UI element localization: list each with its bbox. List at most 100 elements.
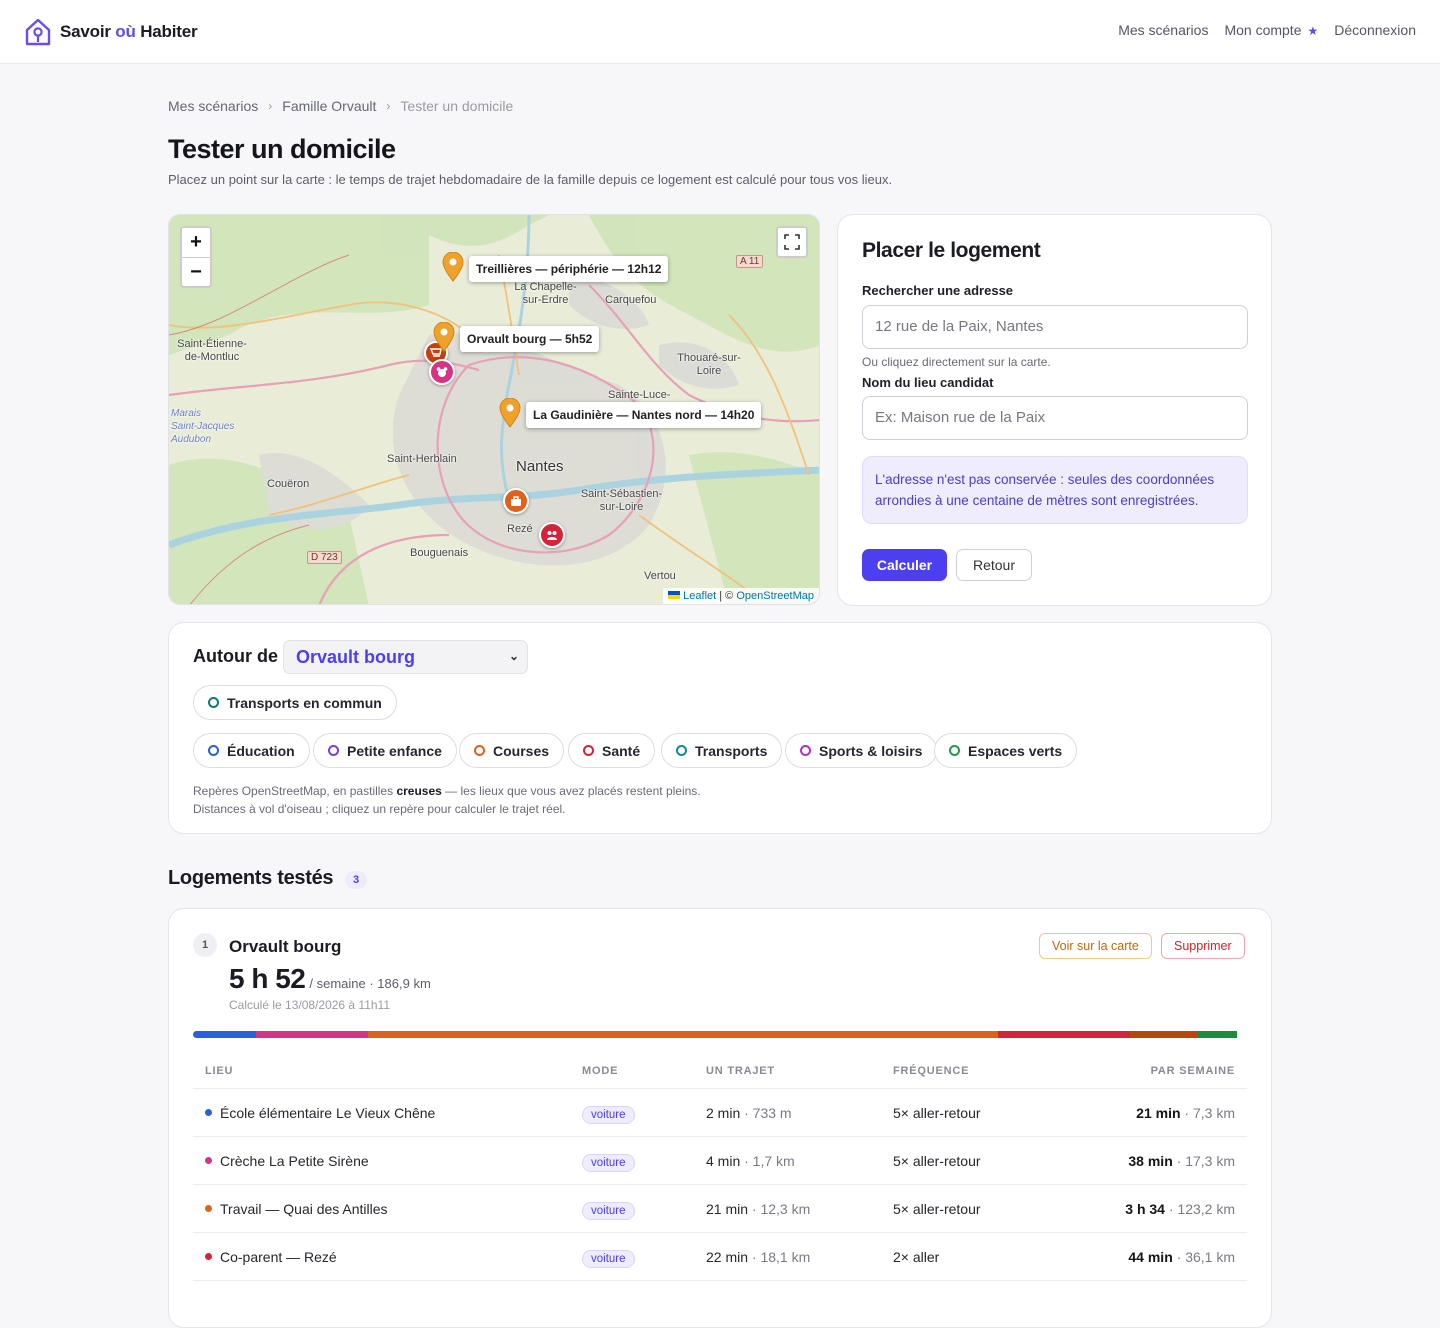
ring-icon [800, 745, 811, 756]
map-label-thouare: Thouaré-sur- Loire [677, 352, 741, 377]
breadcrumb-scenarios[interactable]: Mes scénarios [168, 98, 258, 114]
map-label-bouguenais: Bouguenais [410, 547, 469, 559]
candidate-name-input[interactable]: Ex: Maison rue de la Paix [862, 396, 1248, 440]
map-label-sainte-luce: Sainte-Luce- [608, 389, 671, 401]
back-button[interactable]: Retour [956, 549, 1032, 581]
top-bar: Savoir où Habiter Mes scénarios Mon comp… [0, 0, 1440, 64]
panel-title: Placer le logement [862, 239, 1041, 262]
place-cell: École élémentaire Le Vieux Chêne [205, 1105, 435, 1121]
mode-cell: voiture [582, 1153, 635, 1172]
map[interactable]: Nantes La Chapelle- sur-Erdre Carquefou … [168, 214, 820, 605]
chip-health[interactable]: Santé [568, 733, 656, 768]
table-row: Crèche La Petite Sirène voiture 4 min · 1,… [193, 1137, 1247, 1185]
place-home-panel: Placer le logement Rechercher une adress… [837, 214, 1272, 606]
map-label-carquefou: Carquefou [605, 294, 657, 306]
breakdown-segment [367, 1031, 999, 1038]
map-pin-icon[interactable] [442, 252, 464, 282]
filters-help: Repères OpenStreetMap, en pastilles creu… [193, 784, 701, 816]
map-pin-icon[interactable] [499, 398, 521, 428]
frequency-cell: 5× aller-retour [893, 1153, 981, 1169]
weekly-cell: 38 min · 17,3 km [1128, 1153, 1235, 1169]
brand-name: Savoir où Habiter [60, 22, 198, 41]
mode-badge: voiture [582, 1106, 635, 1124]
pin-label-gaudiniere: La Gaudinière — Nantes nord — 14h20 [526, 402, 762, 428]
chip-green-spaces[interactable]: Espaces verts [934, 733, 1078, 768]
breakdown-segment [193, 1031, 257, 1038]
house-logo-icon [25, 18, 51, 46]
around-filters: Autour de Orvault bourg ⌄ Transports en c… [168, 622, 1272, 834]
zoom-control: + − [180, 226, 212, 288]
zoom-out-button[interactable]: − [182, 257, 210, 286]
place-cell: Crèche La Petite Sirène [205, 1153, 369, 1169]
table-row: Travail — Quai des Antilles voiture 21 min… [193, 1185, 1247, 1233]
frequency-cell: 5× aller-retour [893, 1201, 981, 1217]
place-dot [205, 1109, 212, 1116]
chevron-down-icon: ⌄ [508, 649, 519, 663]
table-row: Co-parent — Rezé voiture 22 min · 18,1 km 2… [193, 1233, 1247, 1281]
brand[interactable]: Savoir où Habiter [24, 17, 198, 47]
calculate-button[interactable]: Calculer [862, 549, 947, 581]
chip-transport[interactable]: Transports [661, 733, 783, 768]
map-label-marais: Marais Saint-Jacques Audubon [171, 408, 235, 445]
chip-shopping[interactable]: Courses [459, 733, 565, 768]
map-label-vertou: Vertou [644, 570, 676, 582]
home-name: Orvault bourg [229, 937, 342, 956]
people-icon [547, 531, 557, 540]
fullscreen-icon [784, 234, 800, 250]
delete-button[interactable]: Supprimer [1161, 933, 1245, 959]
chevron-right-icon: › [268, 99, 273, 113]
teddy-bear-icon [436, 367, 448, 377]
pin-label-orvault: Orvault bourg — 5h52 [460, 326, 600, 352]
chip-sports[interactable]: Sports & loisirs [785, 733, 938, 768]
coparent-poi-marker[interactable] [539, 522, 565, 548]
place-dot [205, 1157, 212, 1164]
time-breakdown-bar [193, 1031, 1247, 1038]
ring-icon [474, 745, 485, 756]
tested-home-card: 1 Orvault bourg 5 h 52/ semaine · 186,9 … [168, 908, 1272, 1328]
address-input[interactable]: 12 rue de la Paix, Nantes [862, 305, 1248, 349]
map-label-nantes: Nantes [516, 458, 564, 475]
frequency-cell: 5× aller-retour [893, 1105, 981, 1121]
childcare-poi-marker[interactable] [429, 359, 455, 385]
fullscreen-button[interactable] [776, 226, 808, 258]
table-header: LIEU MODE UN TRAJET FRÉQUENCE PAR SEMAIN… [193, 1057, 1247, 1089]
around-select[interactable]: Orvault bourg ⌄ [283, 640, 528, 674]
place-dot [205, 1205, 212, 1212]
breakdown-segment [256, 1031, 368, 1038]
map-pin-icon[interactable] [433, 322, 455, 352]
weekly-time: 5 h 52/ semaine · 186,9 km [229, 963, 431, 994]
table-row: École élémentaire Le Vieux Chêne voiture 2… [193, 1089, 1247, 1137]
trips-table: LIEU MODE UN TRAJET FRÉQUENCE PAR SEMAIN… [193, 1057, 1247, 1281]
ukraine-flag-icon [668, 591, 681, 599]
breadcrumb-family[interactable]: Famille Orvault [282, 98, 376, 114]
mode-cell: voiture [582, 1105, 635, 1124]
trip-cell: 4 min · 1,7 km [706, 1153, 795, 1169]
nav-account-link[interactable]: Mon compte ★ [1224, 22, 1318, 38]
leaflet-link[interactable]: Leaflet [683, 590, 716, 602]
breadcrumb-current: Tester un domicile [400, 98, 514, 114]
top-nav: Mes scénarios Mon compte ★ Déconnexion [1118, 22, 1416, 38]
chip-education[interactable]: Éducation [193, 733, 310, 768]
work-poi-marker[interactable] [503, 488, 529, 514]
ring-icon [208, 745, 219, 756]
map-label-saint-etienne: Saint-Étienne- de-Montluc [177, 338, 247, 363]
chip-childcare[interactable]: Petite enfance [313, 733, 457, 768]
osm-link[interactable]: OpenStreetMap [736, 590, 814, 602]
show-on-map-button[interactable]: Voir sur la carte [1039, 933, 1152, 959]
nav-scenarios-link[interactable]: Mes scénarios [1118, 22, 1208, 38]
breakdown-segment [1129, 1031, 1199, 1038]
trip-cell: 2 min · 733 m [706, 1105, 792, 1121]
chip-public-transport[interactable]: Transports en commun [193, 685, 397, 720]
ring-icon [328, 745, 339, 756]
computed-date: Calculé le 13/08/2026 à 11h11 [229, 998, 391, 1012]
nav-logout-link[interactable]: Déconnexion [1334, 22, 1416, 38]
breakdown-segment [998, 1031, 1130, 1038]
pin-label-treillieres: Treillières — périphérie — 12h12 [469, 256, 669, 282]
map-label-chapelle: La Chapelle- sur-Erdre [514, 281, 577, 306]
place-dot [205, 1253, 212, 1260]
chevron-right-icon: › [386, 99, 391, 113]
zoom-in-button[interactable]: + [182, 228, 210, 257]
mode-cell: voiture [582, 1249, 635, 1268]
map-label-coueron: Couëron [267, 478, 310, 490]
briefcase-icon [511, 496, 521, 506]
